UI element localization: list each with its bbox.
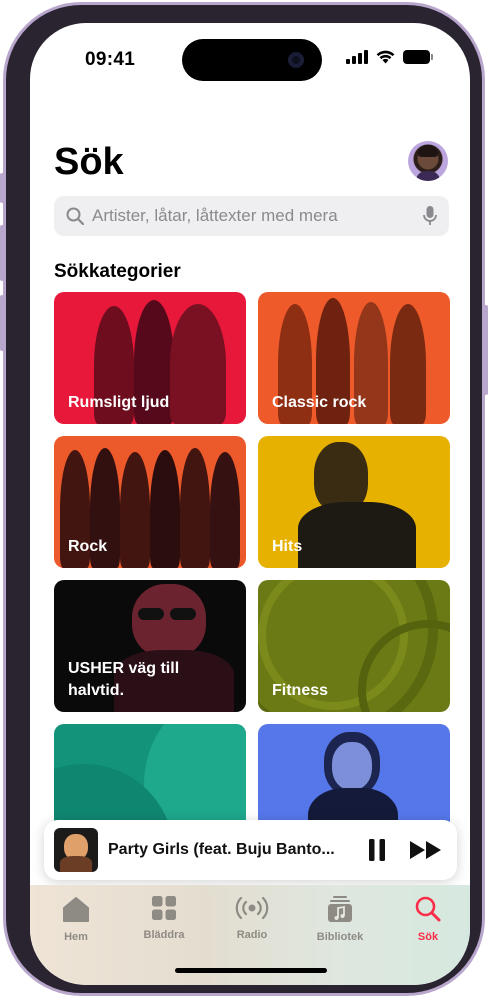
volume-up-button (0, 225, 4, 281)
status-time: 09:41 (85, 49, 136, 70)
tab-label: Hem (64, 931, 88, 943)
music-note-icon (328, 896, 352, 922)
tab-label: Radio (236, 929, 268, 941)
tab-label: Bläddra (143, 929, 185, 941)
now-playing-title: Party Girls (feat. Buju Banto... (108, 841, 335, 858)
tab-label: Bibliotek (316, 931, 364, 943)
power-button (484, 305, 488, 395)
home-indicator (175, 968, 327, 973)
tab-home[interactable]: Hem (36, 895, 116, 943)
magnifier-icon (66, 207, 84, 225)
tab-label: Sök (417, 931, 439, 943)
category-label: Hits (272, 538, 303, 555)
category-label: USHER väg till halvtid. (68, 660, 180, 699)
search-placeholder: Artister, låtar, låttexter med mera (92, 206, 338, 225)
search-input[interactable]: Artister, låtar, låttexter med mera (54, 196, 449, 236)
tab-search[interactable]: Sök (388, 895, 468, 943)
cellular-signal-icon (346, 50, 368, 64)
category-card-spatial-audio[interactable]: Rumsligt ljud (54, 292, 246, 424)
category-label: Classic rock (272, 394, 367, 411)
album-artwork (54, 828, 98, 872)
category-label: Rock (68, 538, 108, 555)
section-title: Sökkategorier (54, 261, 181, 282)
phone-frame: 09:41 Sök Artister, låtar, låttexter med… (0, 2, 488, 996)
search-icon (415, 896, 441, 922)
tab-browse[interactable]: Bläddra (124, 895, 204, 941)
category-card-fitness[interactable]: Fitness (258, 580, 450, 712)
house-icon (63, 897, 89, 922)
camera-icon (288, 52, 304, 68)
action-button (0, 173, 4, 203)
microphone-icon[interactable] (423, 205, 437, 227)
category-card-usher[interactable]: USHER väg till halvtid. (54, 580, 246, 712)
tab-bar: Hem Bläddra Radio Bibliotek Sök (30, 885, 470, 985)
pause-icon[interactable] (367, 838, 387, 862)
dynamic-island (182, 39, 322, 81)
radio-icon (235, 896, 269, 920)
page-title: Sök (54, 141, 124, 183)
grid-icon (152, 896, 176, 920)
mini-player[interactable]: Party Girls (feat. Buju Banto... (44, 820, 457, 880)
category-card-rock[interactable]: Rock (54, 436, 246, 568)
volume-down-button (0, 295, 4, 351)
tab-radio[interactable]: Radio (212, 895, 292, 941)
fast-forward-icon[interactable] (409, 840, 443, 860)
category-card-hits[interactable]: Hits (258, 436, 450, 568)
battery-icon (403, 50, 433, 64)
tab-library[interactable]: Bibliotek (300, 895, 380, 943)
wifi-icon (376, 50, 395, 64)
profile-avatar[interactable] (408, 141, 448, 181)
category-card-classic-rock[interactable]: Classic rock (258, 292, 450, 424)
screen: 09:41 Sök Artister, låtar, låttexter med… (30, 23, 470, 985)
category-label: Fitness (272, 682, 329, 699)
status-icons (346, 50, 433, 64)
category-label: Rumsligt ljud (68, 394, 170, 411)
